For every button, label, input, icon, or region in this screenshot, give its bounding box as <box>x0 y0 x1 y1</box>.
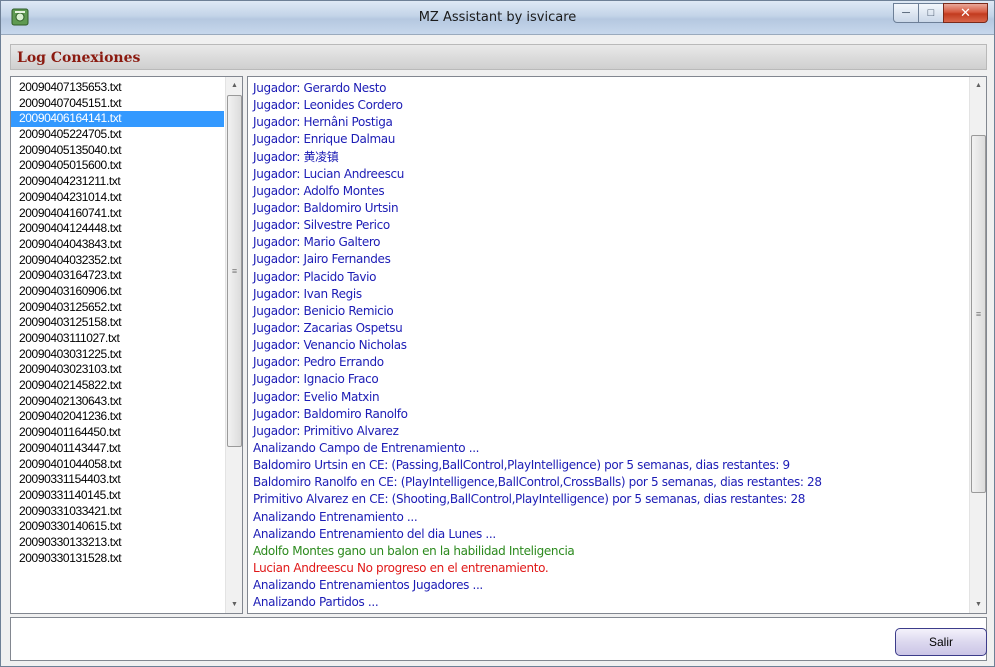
log-line: Jugador: Silvestre Perico <box>253 218 390 233</box>
scroll-up-icon[interactable]: ▲ <box>226 77 242 94</box>
section-title: Log Conexiones <box>17 50 141 66</box>
file-item[interactable]: 20090403125158.txt <box>11 315 224 331</box>
log-line: Jugador: Ivan Regis <box>253 286 362 301</box>
log-line: Jugador: Baldomiro Urtsin <box>253 200 399 215</box>
file-list[interactable]: 20090407135653.txt 20090407045151.txt 2009… <box>10 76 243 614</box>
file-item[interactable]: 20090331154403.txt <box>11 472 224 488</box>
log-line: Jugador: Primitivo Alvarez <box>253 423 399 438</box>
close-button[interactable]: ✕ <box>943 3 988 23</box>
log-line: Analizando Entrenamientos Jugadores ... <box>253 578 483 593</box>
log-line: Jugador: Evelio Matxin <box>253 389 380 404</box>
log-line: Jugador: Placido Tavio <box>253 269 377 284</box>
file-item[interactable]: 20090402041236.txt <box>11 409 224 425</box>
scroll-thumb[interactable]: ≡ <box>227 95 242 447</box>
log-line: Lucian Andreescu No progreso en el entre… <box>253 560 549 575</box>
log-line: Analizando Entrenamiento ... <box>253 509 418 524</box>
bottom-panel <box>10 617 987 661</box>
file-item[interactable]: 20090330133213.txt <box>11 535 224 551</box>
file-item[interactable]: 20090403023103.txt <box>11 362 224 378</box>
file-item[interactable]: 20090403160906.txt <box>11 284 224 300</box>
file-item[interactable]: 20090404231211.txt <box>11 174 224 190</box>
log-lines: Jugador: Gerardo Nesto Jugador: Leonides … <box>248 80 970 611</box>
file-item[interactable]: 20090402145822.txt <box>11 378 224 394</box>
scroll-up-icon[interactable]: ▲ <box>970 77 986 94</box>
file-item[interactable]: 20090405015600.txt <box>11 158 224 174</box>
file-list-scrollbar[interactable]: ▲ ≡ ▼ <box>225 77 242 613</box>
file-item[interactable]: 20090403031225.txt <box>11 347 224 363</box>
log-line: Jugador: Hernâni Postiga <box>253 115 393 130</box>
log-line: Jugador: Leonides Cordero <box>253 98 403 113</box>
scroll-down-icon[interactable]: ▼ <box>970 596 986 613</box>
file-items: 20090407135653.txt 20090407045151.txt 2009… <box>11 80 224 566</box>
file-item[interactable]: 20090407045151.txt <box>11 96 224 112</box>
maximize-button[interactable]: □ <box>918 3 944 23</box>
file-item[interactable]: 20090330131528.txt <box>11 551 224 567</box>
window-controls: ─ □ ✕ <box>893 3 988 23</box>
log-line: Analizando Entrenamiento del dia Lunes .… <box>253 526 496 541</box>
file-item[interactable]: 20090405135040.txt <box>11 143 224 159</box>
log-line: Jugador: 黄凌镇 <box>253 149 339 164</box>
file-item[interactable]: 20090330140615.txt <box>11 519 224 535</box>
file-item[interactable]: 20090402130643.txt <box>11 394 224 410</box>
log-line: Primitivo Alvarez en CE: (Shooting,BallC… <box>253 492 806 507</box>
file-item[interactable]: 20090331033421.txt <box>11 504 224 520</box>
log-line: Analizando Campo de Entrenamiento ... <box>253 440 480 455</box>
section-header: Log Conexiones <box>10 44 987 70</box>
grip-icon: ≡ <box>231 265 238 276</box>
grip-icon: ≡ <box>975 308 982 319</box>
file-item-selected[interactable]: 20090406164141.txt <box>11 111 224 128</box>
log-line: Adolfo Montes gano un balon en la habili… <box>253 543 575 558</box>
window-title: MZ Assistant by isvicare <box>418 10 577 25</box>
scroll-down-icon[interactable]: ▼ <box>226 596 242 613</box>
log-line: Jugador: Ignacio Fraco <box>253 372 379 387</box>
log-line: Jugador: Jairo Fernandes <box>253 252 391 267</box>
log-panel[interactable]: Jugador: Gerardo Nesto Jugador: Leonides … <box>247 76 987 614</box>
log-line: Jugador: Venancio Nicholas <box>253 338 407 353</box>
scroll-thumb[interactable]: ≡ <box>971 135 986 493</box>
file-item[interactable]: 20090403164723.txt <box>11 268 224 284</box>
file-item[interactable]: 20090404124448.txt <box>11 221 224 237</box>
file-item[interactable]: 20090404231014.txt <box>11 190 224 206</box>
log-line: Analizando Partidos ... <box>253 595 379 610</box>
log-line: Jugador: Zacarias Ospetsu <box>253 320 403 335</box>
log-line: Jugador: Pedro Errando <box>253 355 384 370</box>
app-window: MZ Assistant by isvicare ─ □ ✕ Log Conex… <box>0 0 995 667</box>
log-line: Jugador: Mario Galtero <box>253 235 381 250</box>
log-line: Baldomiro Ranolfo en CE: (PlayIntelligen… <box>253 475 822 490</box>
file-item[interactable]: 20090331140145.txt <box>11 488 224 504</box>
minimize-button[interactable]: ─ <box>893 3 919 23</box>
file-item[interactable]: 20090401044058.txt <box>11 457 224 473</box>
exit-button[interactable]: Salir <box>895 628 987 656</box>
log-line: Jugador: Lucian Andreescu <box>253 166 405 181</box>
log-scrollbar[interactable]: ▲ ≡ ▼ <box>969 77 986 613</box>
log-line: Jugador: Baldomiro Ranolfo <box>253 406 408 421</box>
title-bar[interactable]: MZ Assistant by isvicare ─ □ ✕ <box>1 1 994 35</box>
file-item[interactable]: 20090404160741.txt <box>11 206 224 222</box>
log-line: Jugador: Gerardo Nesto <box>253 81 387 95</box>
file-item[interactable]: 20090405224705.txt <box>11 127 224 143</box>
log-line: Baldomiro Urtsin en CE: (Passing,BallCon… <box>253 458 790 473</box>
file-item[interactable]: 20090401164450.txt <box>11 425 224 441</box>
log-line: Jugador: Adolfo Montes <box>253 183 385 198</box>
log-line: Jugador: Enrique Dalmau <box>253 132 396 147</box>
log-line: Jugador: Benicio Remicio <box>253 303 394 318</box>
file-item[interactable]: 20090403111027.txt <box>11 331 224 347</box>
file-item[interactable]: 20090404043843.txt <box>11 237 224 253</box>
file-item[interactable]: 20090407135653.txt <box>11 80 224 96</box>
file-item[interactable]: 20090403125652.txt <box>11 300 224 316</box>
file-item[interactable]: 20090401143447.txt <box>11 441 224 457</box>
file-item[interactable]: 20090404032352.txt <box>11 253 224 269</box>
